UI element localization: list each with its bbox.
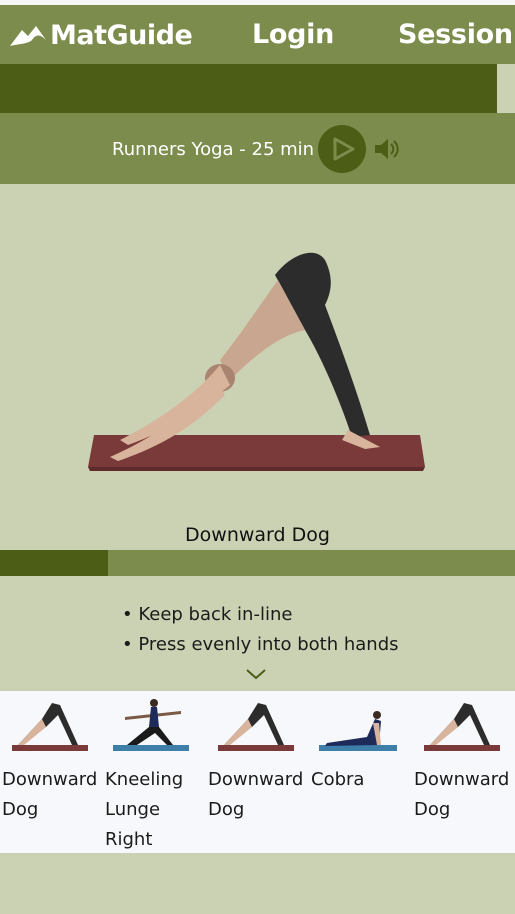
pose-name: Downward Dog [185,524,330,546]
session-progress-bar [0,64,515,113]
downward-dog-thumbnail-icon [218,703,294,751]
tip-item: Keep back in-line [122,600,399,630]
mountain-logo-icon [10,26,46,46]
pose-timer-fill [0,550,109,576]
cobra-thumbnail-icon [319,711,397,751]
pose-card-label: Kneeling Lunge Right [105,769,184,850]
brand-name: MatGuide [50,19,193,51]
pose-card-label: Cobra [311,769,365,790]
session-link[interactable]: Session [398,19,513,50]
brand-link[interactable]: MatGuide [8,15,193,55]
pose-card-label: Downward Dog [208,769,304,820]
session-title: Runners Yoga - 25 min [112,139,315,160]
pose-card[interactable]: Downward Dog [412,691,515,853]
pose-card[interactable]: Downward Dog [0,691,103,853]
volume-button[interactable] [372,135,402,163]
top-nav: MatGuide Login Session [0,5,515,64]
play-icon [333,137,355,161]
pose-carousel: Downward Dog Kneeling Lunge Right Downwa… [0,691,515,853]
pose-card[interactable]: Cobra [309,691,412,853]
pose-card[interactable]: Kneeling Lunge Right [103,691,206,853]
pose-card-label: Downward Dog [414,769,510,820]
chevron-down-icon [246,669,266,680]
expand-tips-button[interactable] [244,666,268,682]
pose-card-label: Downward Dog [2,769,98,820]
pose-timer-bar [0,550,515,576]
downward-dog-thumbnail-icon [12,703,88,751]
volume-icon [375,139,399,159]
tip-item: Press evenly into both hands [122,630,398,660]
session-header: Runners Yoga - 25 min [0,113,515,184]
kneeling-lunge-thumbnail-icon [113,699,189,751]
downward-dog-thumbnail-icon [424,703,500,751]
pose-card[interactable]: Downward Dog [206,691,309,853]
play-button[interactable] [318,125,366,173]
pose-tips: Keep back in-line Press evenly into both… [122,600,399,660]
session-progress-fill [0,64,497,113]
pose-image [88,252,425,471]
login-link[interactable]: Login [252,19,334,50]
